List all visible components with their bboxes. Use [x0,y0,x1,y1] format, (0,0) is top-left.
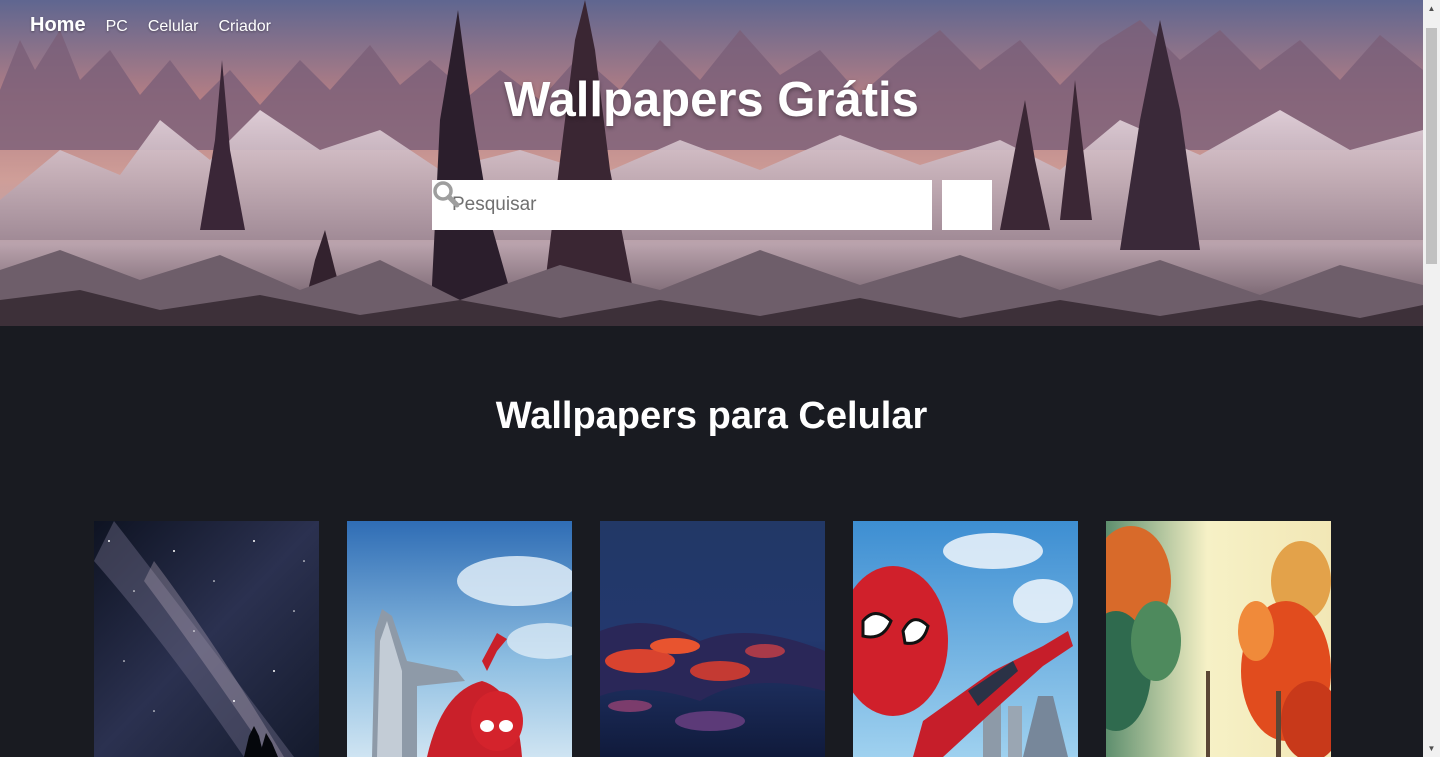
wallpaper-gallery [94,521,1331,757]
wallpaper-thumbnail [94,521,319,757]
nav-criador-link[interactable]: Criador [219,18,271,36]
search-button[interactable] [433,180,992,230]
wallpaper-card-spider-man-tower[interactable] [347,521,572,757]
nav-home-link[interactable]: Home [30,14,86,37]
vertical-scrollbar[interactable]: ▲ ▼ [1423,0,1440,757]
scroll-down-arrow-icon[interactable]: ▼ [1423,740,1440,757]
search-input[interactable] [432,180,932,230]
wallpaper-thumbnail [853,521,1078,757]
wallpaper-thumbnail [1106,521,1331,757]
nav-pc-link[interactable]: PC [106,18,128,36]
wallpaper-card-spider-man-selfie[interactable] [853,521,1078,757]
wallpaper-card-autumn-trees[interactable] [1106,521,1331,757]
nav-celular-link[interactable]: Celular [148,18,199,36]
scroll-up-arrow-icon[interactable]: ▲ [1423,0,1440,17]
scrollbar-thumb[interactable] [1426,28,1437,264]
wallpaper-thumbnail [600,521,825,757]
search-bar [432,180,992,230]
hero-banner: Home PC Celular Criador Wallpapers Gráti… [0,0,1423,326]
hero-title: Wallpapers Grátis [504,73,919,127]
wallpaper-card-abstract-clouds[interactable] [600,521,825,757]
page: Home PC Celular Criador Wallpapers Gráti… [0,0,1423,757]
wallpaper-thumbnail [347,521,572,757]
hero-landscape-image [0,0,1423,326]
section-title: Wallpapers para Celular [495,395,928,437]
main-nav: Home PC Celular Criador [30,14,271,37]
wallpaper-card-milky-way[interactable] [94,521,319,757]
